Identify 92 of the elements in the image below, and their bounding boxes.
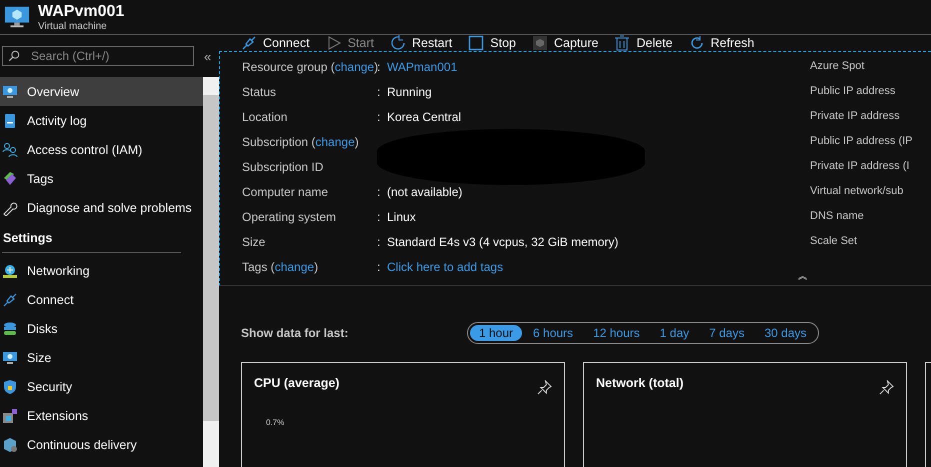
- property-label: Public IP address: [810, 85, 896, 99]
- virtual-machine-icon: [4, 4, 30, 30]
- sidebar-item[interactable]: Size: [0, 343, 203, 372]
- sidebar-item[interactable]: Tags: [0, 164, 203, 193]
- sidebar-item[interactable]: Networking: [0, 256, 203, 285]
- property-value: Running: [387, 85, 432, 101]
- sidebar-item[interactable]: Connect: [0, 285, 203, 314]
- time-range-option[interactable]: 30 days: [755, 325, 816, 341]
- time-range-label: Show data for last:: [241, 326, 350, 340]
- property-label: Scale Set: [810, 235, 858, 249]
- page-title: WAPvm001: [38, 2, 124, 20]
- people-icon: [2, 142, 18, 158]
- toolbar-button[interactable]: Connect: [241, 35, 310, 51]
- property-label: Virtual network/sub: [810, 185, 904, 199]
- separator-colon: :: [377, 185, 380, 201]
- property-label: Location: [242, 110, 288, 126]
- property-label: Public IP address (IP: [810, 135, 914, 149]
- document-icon: [2, 112, 18, 128]
- monitor-icon: [2, 84, 18, 100]
- property-label: Azure Spot: [810, 60, 866, 74]
- separator-colon: :: [377, 60, 380, 76]
- separator-colon: :: [377, 235, 380, 251]
- axis-label: 0.7%: [266, 418, 284, 427]
- disk-icon: [2, 320, 18, 336]
- separator-colon: :: [377, 110, 380, 126]
- property-label: Status: [242, 85, 276, 101]
- sidebar-item[interactable]: Overview: [0, 77, 203, 106]
- sidebar-item[interactable]: Access control (IAM): [0, 135, 203, 164]
- toolbar-button[interactable]: Capture: [532, 35, 598, 51]
- property-label: DNS name: [810, 210, 865, 224]
- restart-icon: [390, 35, 406, 51]
- sidebar-item[interactable]: Activity log: [0, 106, 203, 135]
- change-link[interactable]: change: [315, 135, 355, 149]
- capture-icon: [532, 35, 548, 51]
- sidebar-item[interactable]: Disks: [0, 314, 203, 343]
- stop-icon: [468, 35, 484, 51]
- page-subtitle: Virtual machine: [38, 20, 108, 32]
- change-link[interactable]: change: [334, 60, 374, 74]
- time-range-option[interactable]: 1 hour: [470, 325, 522, 341]
- pin-icon[interactable]: [537, 380, 552, 395]
- property-label: Resource group (change): [242, 60, 378, 76]
- section-heading: Settings: [2, 230, 54, 247]
- property-label: Subscription (change): [242, 135, 359, 151]
- toolbar-button[interactable]: Delete: [614, 35, 673, 51]
- property-link[interactable]: WAPman001: [387, 60, 458, 85]
- property-label: Private IP address: [810, 110, 901, 124]
- trash-icon: [614, 35, 630, 51]
- property-value: (not available): [387, 185, 462, 201]
- toolbar-button[interactable]: Restart: [390, 35, 452, 51]
- toolbar-button[interactable]: Refresh: [688, 35, 754, 51]
- search-field[interactable]: Search (Ctrl+/): [2, 46, 194, 66]
- sidebar-item[interactable]: Extensions: [0, 401, 203, 430]
- property-label: Private IP address (I: [810, 160, 910, 174]
- monitor-icon: [2, 350, 18, 366]
- extensions-icon: [2, 408, 18, 424]
- property-value: Standard E4s v3 (4 vcpus, 32 GiB memory): [387, 235, 618, 251]
- property-label: Computer name: [242, 185, 328, 201]
- time-range-option[interactable]: 6 hours: [524, 325, 582, 341]
- scrollbar[interactable]: [203, 77, 219, 467]
- collapse-essentials-button[interactable]: ︽: [798, 269, 808, 283]
- separator-colon: :: [377, 260, 380, 276]
- plug-icon: [2, 292, 18, 308]
- property-link[interactable]: Click here to add tags: [387, 260, 504, 285]
- separator-colon: :: [377, 210, 380, 226]
- tag-icon: [2, 170, 18, 186]
- sidebar-item[interactable]: Security: [0, 372, 203, 401]
- property-label: Size: [242, 235, 266, 251]
- time-range-option[interactable]: 1 day: [650, 325, 698, 341]
- collapse-sidebar-button[interactable]: «: [200, 48, 216, 64]
- plug-icon: [241, 35, 257, 51]
- toolbar-button[interactable]: Stop: [468, 35, 516, 51]
- separator-colon: :: [377, 85, 380, 101]
- property-value: Korea Central: [387, 110, 462, 126]
- sidebar-item[interactable]: Diagnose and solve problems: [0, 193, 203, 222]
- card-title: CPU (average): [254, 376, 340, 392]
- wrench-icon: [2, 200, 18, 216]
- play-icon: [326, 35, 342, 51]
- shield-icon: [2, 378, 18, 394]
- change-link[interactable]: change: [274, 260, 314, 274]
- time-range-option[interactable]: 12 hours: [584, 325, 649, 341]
- property-label: Operating system: [242, 210, 336, 226]
- time-range-option[interactable]: 7 days: [700, 325, 754, 341]
- property-label: Subscription ID: [242, 160, 324, 176]
- property-label: Tags (change): [242, 260, 318, 276]
- package-icon: [2, 436, 18, 452]
- refresh-icon: [688, 35, 705, 51]
- sidebar-item[interactable]: Continuous delivery: [0, 430, 203, 459]
- network-icon: [2, 262, 18, 278]
- search-icon: [8, 50, 20, 62]
- card-title: Network (total): [596, 376, 684, 392]
- property-value: Linux: [387, 210, 416, 226]
- pin-icon[interactable]: [879, 380, 894, 395]
